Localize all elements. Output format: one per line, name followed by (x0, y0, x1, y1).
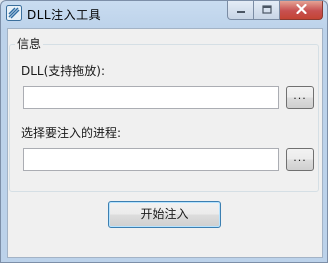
start-inject-button[interactable]: 开始注入 (108, 201, 221, 228)
minimize-icon (236, 3, 246, 17)
client-area: 信息 DLL(支持拖放): ... 选择要注入的进程: ... 开始注入 (7, 28, 323, 258)
app-icon (6, 5, 22, 21)
close-button[interactable] (280, 1, 323, 20)
dll-browse-button[interactable]: ... (286, 86, 314, 109)
maximize-icon (261, 3, 272, 17)
maximize-button[interactable] (254, 1, 280, 20)
process-input[interactable] (23, 148, 279, 171)
dll-path-input[interactable] (23, 86, 279, 109)
caption-buttons (227, 1, 323, 20)
window-title: DLL注入工具 (27, 8, 102, 22)
title-bar[interactable]: DLL注入工具 (1, 1, 327, 27)
dll-label: DLL(支持拖放): (21, 64, 106, 78)
info-groupbox-legend: 信息 (15, 35, 44, 52)
close-icon (295, 3, 307, 17)
main-window: DLL注入工具 信息 DLL(支持拖放): ... 选择要注入的进程: ... … (0, 0, 328, 263)
minimize-button[interactable] (227, 1, 254, 20)
process-browse-button[interactable]: ... (286, 148, 314, 171)
process-label: 选择要注入的进程: (21, 126, 122, 140)
